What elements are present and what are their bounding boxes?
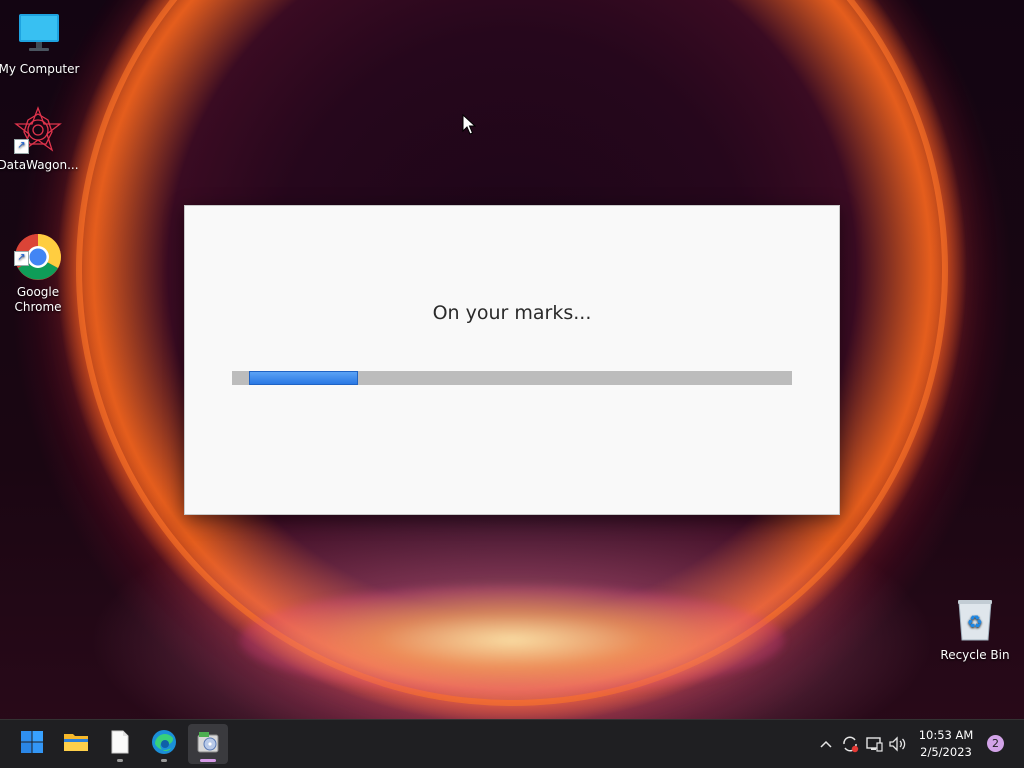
shortcut-arrow-icon: ↗ bbox=[14, 139, 29, 154]
desktop-icon-chrome[interactable]: ↗ Google Chrome bbox=[0, 203, 80, 330]
clock-date: 2/5/2023 bbox=[920, 745, 972, 759]
datawagon-icon: ↗ bbox=[14, 106, 62, 154]
system-tray bbox=[814, 720, 910, 768]
desktop-icon-datawagon[interactable]: ↗ DataWagon... bbox=[0, 106, 80, 173]
windows-start-icon bbox=[20, 730, 44, 758]
chrome-icon: ↗ bbox=[14, 218, 62, 280]
chevron-up-icon[interactable] bbox=[814, 732, 838, 756]
progress-bar bbox=[232, 371, 792, 385]
recycle-bin-icon: ♻ bbox=[951, 596, 999, 644]
file-explorer-icon bbox=[63, 731, 89, 757]
file-explorer-button[interactable] bbox=[56, 724, 96, 764]
edge-button[interactable] bbox=[144, 724, 184, 764]
blank-document-icon bbox=[110, 730, 130, 758]
edge-icon bbox=[151, 729, 177, 759]
running-indicator bbox=[117, 759, 123, 762]
desktop-icon-recycle-bin[interactable]: ♻ Recycle Bin bbox=[933, 596, 1017, 663]
wallpaper-glow bbox=[240, 585, 784, 695]
installer-app-button[interactable] bbox=[188, 724, 228, 764]
shortcut-arrow-icon: ↗ bbox=[14, 251, 29, 266]
desktop-icon-label: DataWagon... bbox=[0, 158, 79, 172]
monitor-icon bbox=[15, 10, 63, 58]
desktop-icon-my-computer[interactable]: My Computer bbox=[0, 10, 81, 77]
start-button[interactable] bbox=[12, 724, 52, 764]
taskbar-clock[interactable]: 10:53 AM 2/5/2023 bbox=[914, 727, 978, 761]
sync-icon[interactable] bbox=[838, 732, 862, 756]
running-indicator bbox=[161, 759, 167, 762]
desktop-icon-label: Google Chrome bbox=[14, 285, 62, 314]
network-icon[interactable] bbox=[862, 732, 886, 756]
mouse-cursor-icon bbox=[462, 113, 477, 140]
document-button[interactable] bbox=[100, 724, 140, 764]
installer-app-icon bbox=[195, 729, 221, 759]
progress-fill bbox=[249, 371, 358, 385]
desktop-icon-label: My Computer bbox=[0, 62, 80, 76]
notification-badge[interactable]: 2 bbox=[987, 735, 1004, 752]
svg-text:♻: ♻ bbox=[967, 612, 983, 633]
active-indicator bbox=[200, 759, 216, 762]
volume-icon[interactable] bbox=[886, 732, 910, 756]
desktop-icon-label: Recycle Bin bbox=[940, 648, 1010, 662]
clock-time: 10:53 AM bbox=[918, 728, 974, 742]
dialog-message: On your marks... bbox=[432, 302, 592, 324]
loading-dialog: On your marks... bbox=[184, 205, 840, 515]
taskbar: 10:53 AM 2/5/2023 2 bbox=[0, 719, 1024, 768]
